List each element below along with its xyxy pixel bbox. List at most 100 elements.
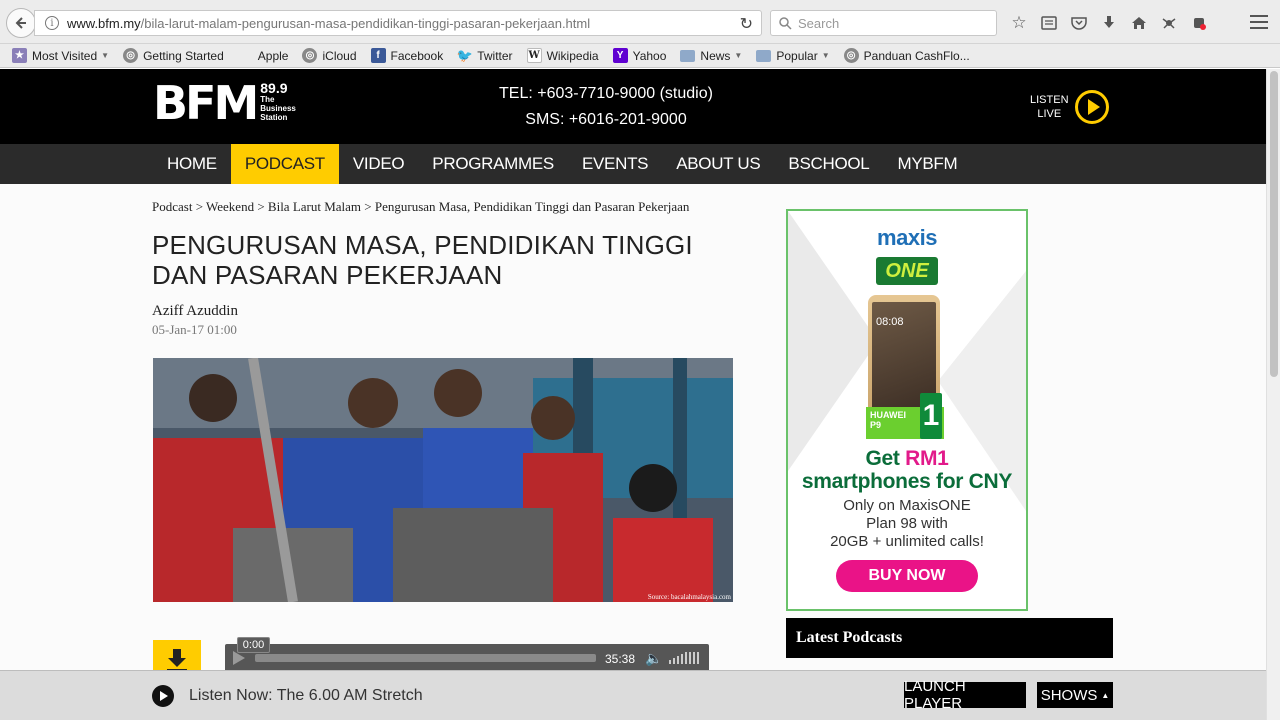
logo-side: 89.9 The Business Station bbox=[260, 81, 296, 122]
info-icon[interactable]: i bbox=[45, 16, 59, 30]
buy-now-button[interactable]: BUY NOW bbox=[836, 560, 978, 592]
nav-item-mybfm[interactable]: MYBFM bbox=[883, 144, 971, 184]
url-bar[interactable]: i www.bfm.my/bila-larut-malam-pengurusan… bbox=[34, 10, 762, 36]
search-bar[interactable]: Search bbox=[770, 10, 997, 36]
chevron-up-icon: ▲ bbox=[1101, 690, 1110, 700]
chevron-down-icon: ▼ bbox=[101, 51, 110, 60]
folder-icon bbox=[756, 49, 772, 62]
bookmark-label: Most Visited bbox=[32, 48, 98, 63]
url-domain: www.bfm.my bbox=[67, 15, 141, 31]
bookmark-popular[interactable]: Popular ▼ bbox=[756, 48, 830, 63]
bookmarks-bar: ★ Most Visited ▼ ◎ Getting Started Apple ◎ i… bbox=[0, 44, 1280, 68]
bookmark-wikipedia[interactable]: W Wikipedia bbox=[526, 48, 599, 63]
nav-items: HOME PODCAST VIDEO PROGRAMMES EVENTS ABO… bbox=[153, 144, 971, 184]
breadcrumb[interactable]: Podcast > Weekend > Bila Larut Malam > P… bbox=[152, 199, 689, 215]
search-icon bbox=[779, 16, 792, 30]
yahoo-icon: Y bbox=[612, 48, 628, 63]
reload-icon[interactable]: ↻ bbox=[740, 14, 753, 34]
logo-frequency: 89.9 bbox=[260, 80, 288, 96]
bookmark-apple[interactable]: Apple bbox=[238, 48, 289, 63]
back-arrow-icon bbox=[15, 17, 26, 29]
bookmark-icloud[interactable]: ◎ iCloud bbox=[302, 48, 357, 63]
page-scrollbar[interactable] bbox=[1266, 69, 1280, 720]
article-author: Aziff Azuddin bbox=[152, 303, 238, 319]
search-placeholder: Search bbox=[798, 15, 840, 31]
home-icon[interactable] bbox=[1124, 12, 1154, 34]
shows-label: SHOWS bbox=[1040, 686, 1098, 704]
bookmark-yahoo[interactable]: Y Yahoo bbox=[612, 48, 667, 63]
back-button[interactable] bbox=[6, 8, 36, 38]
nav-item-video[interactable]: VIDEO bbox=[339, 144, 418, 184]
bookmark-twitter[interactable]: 🐦 Twitter bbox=[456, 47, 513, 63]
article-title: PENGURUSAN MASA, PENDIDIKAN TINGGI DAN P… bbox=[152, 230, 693, 290]
listen-live-label: LISTEN LIVE bbox=[1030, 93, 1069, 121]
star-folder-icon: ★ bbox=[12, 48, 27, 63]
play-circle-icon[interactable] bbox=[152, 685, 174, 707]
ad-headline-pre: Get bbox=[865, 447, 906, 470]
logo-tagline-1: The bbox=[260, 95, 275, 104]
url-path: /bila-larut-malam-pengurusan-masa-pendid… bbox=[140, 15, 591, 31]
nav-item-events[interactable]: EVENTS bbox=[568, 144, 662, 184]
url-text: www.bfm.my/bila-larut-malam-pengurusan-m… bbox=[67, 16, 590, 31]
nav-item-bschool[interactable]: BSCHOOL bbox=[774, 144, 883, 184]
launch-player-button[interactable]: LAUNCH PLAYER bbox=[904, 678, 1026, 712]
nav-item-about-us[interactable]: ABOUT US bbox=[662, 144, 774, 184]
twitter-icon: 🐦 bbox=[456, 47, 473, 63]
bookmark-label: Panduan CashFlo... bbox=[863, 48, 970, 63]
bfm-logo[interactable]: BFM 89.9 The Business Station bbox=[153, 80, 296, 126]
bookmark-label: iCloud bbox=[322, 48, 357, 63]
addon-icon[interactable] bbox=[1184, 12, 1214, 34]
logo-tagline-3: Station bbox=[260, 113, 288, 122]
globe-icon: ◎ bbox=[843, 48, 859, 63]
bookmark-facebook[interactable]: f Facebook bbox=[370, 48, 444, 63]
bookmark-star-icon[interactable]: ☆ bbox=[1004, 12, 1034, 34]
ad-headline-post: smartphones for CNY bbox=[801, 470, 1013, 493]
bookmark-panduan-cashflo[interactable]: ◎ Panduan CashFlo... bbox=[843, 48, 970, 63]
extension-icon[interactable] bbox=[1154, 12, 1184, 34]
play-icon[interactable] bbox=[233, 651, 245, 665]
hamburger-menu-icon[interactable] bbox=[1248, 12, 1270, 32]
reading-list-icon[interactable] bbox=[1034, 12, 1064, 34]
bookmark-label: Yahoo bbox=[632, 48, 667, 63]
nav-item-programmes[interactable]: PROGRAMMES bbox=[418, 144, 568, 184]
volume-slider[interactable] bbox=[669, 652, 699, 664]
latest-podcasts-heading: Latest Podcasts bbox=[786, 618, 1113, 658]
audio-player: 35:38 🔈 bbox=[225, 644, 709, 672]
chevron-down-icon: ▼ bbox=[821, 51, 830, 60]
bookmark-label: Wikipedia bbox=[546, 48, 599, 63]
seek-bar[interactable] bbox=[255, 654, 596, 662]
nav-item-home[interactable]: HOME bbox=[153, 144, 231, 184]
bookmark-news[interactable]: News ▼ bbox=[680, 49, 742, 63]
apple-icon bbox=[238, 48, 253, 63]
article-photo: Source: bacalahmalaysia.com bbox=[153, 358, 733, 602]
chevron-down-icon: ▼ bbox=[734, 51, 743, 60]
player-current-time: 0:00 bbox=[237, 637, 270, 653]
download-icon[interactable] bbox=[1094, 12, 1124, 34]
listen-live[interactable]: LISTEN LIVE bbox=[1030, 90, 1109, 124]
bookmark-label: Facebook bbox=[390, 48, 444, 63]
pocket-icon[interactable] bbox=[1064, 12, 1094, 34]
contact-info: TEL: +603-7710-9000 (studio) SMS: +6016-… bbox=[400, 81, 812, 133]
bookmark-getting-started[interactable]: ◎ Getting Started bbox=[123, 48, 224, 63]
play-circle-icon[interactable] bbox=[1074, 90, 1109, 124]
ad-headline-rm: RM1 bbox=[905, 447, 949, 470]
web-page: BFM 89.9 The Business Station TEL: +603-… bbox=[0, 69, 1266, 720]
globe-icon: ◎ bbox=[302, 48, 318, 63]
bookmark-label: News bbox=[700, 48, 731, 63]
globe-icon: ◎ bbox=[123, 48, 139, 63]
bookmark-most-visited[interactable]: ★ Most Visited ▼ bbox=[12, 48, 109, 63]
player-duration: 35:38 bbox=[605, 652, 636, 666]
scrollbar-thumb[interactable] bbox=[1270, 71, 1278, 377]
bookmark-label: Popular bbox=[776, 48, 818, 63]
ad-body-line-3: 20GB + unlimited calls! bbox=[830, 533, 984, 550]
listen-now-text[interactable]: Listen Now: The 6.00 AM Stretch bbox=[189, 687, 423, 705]
photo-credit: Source: bacalahmalaysia.com bbox=[647, 593, 731, 601]
toolbar-icons: ☆ bbox=[1004, 12, 1214, 34]
price-badge: 1 bbox=[920, 393, 942, 439]
shows-button[interactable]: SHOWS ▲ bbox=[1037, 682, 1113, 708]
facebook-icon: f bbox=[370, 48, 386, 63]
ad-body-line-2: Plan 98 with bbox=[866, 515, 948, 532]
maxis-ad-banner[interactable]: maxis ONE 08:08 HUAWEI P9 1 Get RM1 smar… bbox=[786, 209, 1028, 611]
volume-icon[interactable]: 🔈 bbox=[645, 650, 662, 667]
nav-item-podcast[interactable]: PODCAST bbox=[230, 144, 339, 184]
